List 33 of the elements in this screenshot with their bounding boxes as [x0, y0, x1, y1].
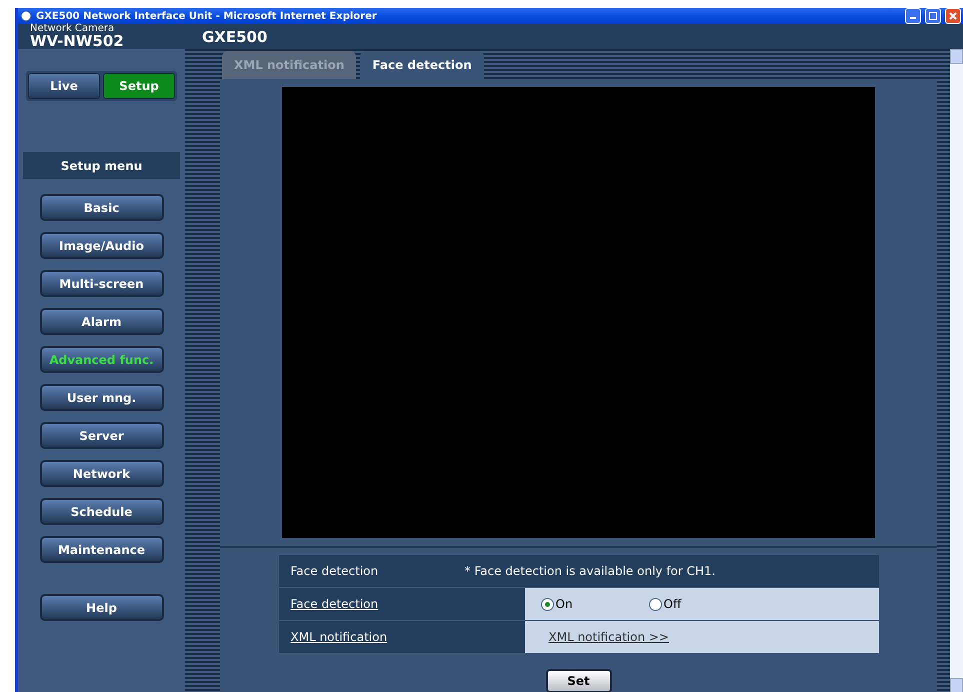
- menu-button[interactable]: Server: [40, 422, 164, 449]
- setting-link[interactable]: Face detection: [290, 597, 378, 611]
- menu-button[interactable]: User mng.: [40, 384, 164, 411]
- window-title: GXE500 Network Interface Unit - Microsoft Internet Explorer: [36, 10, 378, 22]
- maximize-icon: [929, 12, 937, 20]
- menu-button[interactable]: Multi-screen: [40, 270, 164, 297]
- device-name: GXE500: [202, 28, 268, 46]
- radio-option[interactable]: On: [540, 597, 648, 611]
- menu-button[interactable]: Maintenance: [40, 536, 164, 563]
- help-button[interactable]: Help: [40, 594, 164, 621]
- note-text: * Face detection is available only for CH1.: [464, 564, 716, 578]
- browser-icon: [20, 10, 32, 22]
- menu-button[interactable]: Image/Audio: [40, 232, 164, 259]
- menu-title: Setup menu: [23, 152, 180, 179]
- set-button[interactable]: Set: [546, 669, 612, 692]
- mode-button[interactable]: Live: [28, 73, 100, 99]
- product-label: Network Camera: [30, 24, 116, 34]
- tab[interactable]: Face detection: [360, 51, 484, 79]
- menu-button[interactable]: Alarm: [40, 308, 164, 335]
- section-label: Face detection: [290, 564, 380, 578]
- minimize-button[interactable]: [905, 8, 921, 24]
- close-button[interactable]: [945, 8, 961, 24]
- menu-button[interactable]: Basic: [40, 194, 164, 221]
- setting-link[interactable]: XML notification: [290, 630, 388, 644]
- menu-button[interactable]: Schedule: [40, 498, 164, 525]
- menu-button[interactable]: Network: [40, 460, 164, 487]
- radio-option[interactable]: Off: [648, 597, 756, 611]
- mode-button[interactable]: Setup: [103, 73, 175, 99]
- xml-notification-link[interactable]: XML notification >>: [548, 630, 669, 644]
- model-name: WV-NW502: [30, 34, 125, 49]
- menu-button[interactable]: Advanced func.: [40, 346, 164, 373]
- maximize-button[interactable]: [925, 8, 941, 24]
- close-icon: [949, 12, 957, 20]
